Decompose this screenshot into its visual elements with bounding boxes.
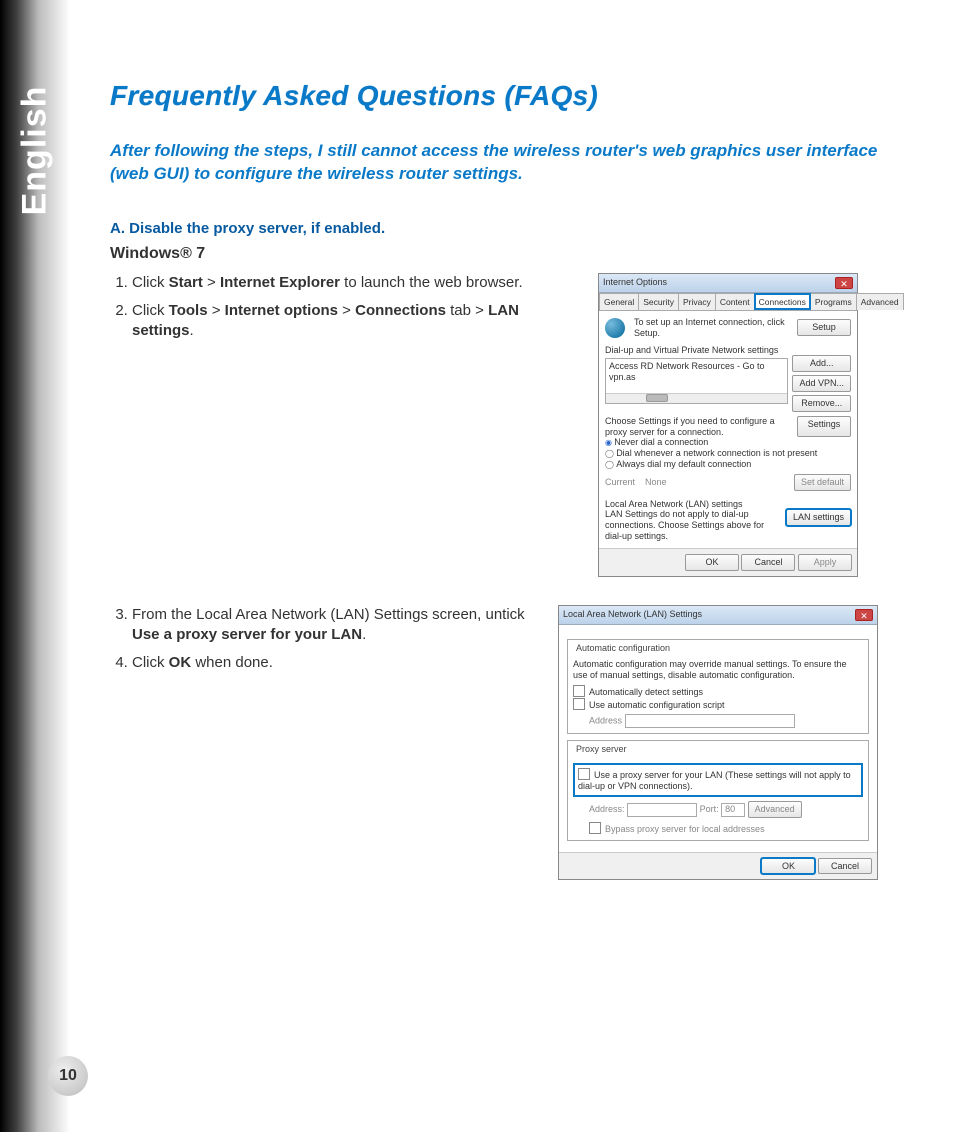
set-default-button[interactable]: Set default [794,474,851,491]
proxy-address-label: Address: [589,804,625,814]
lan-titlebar: Local Area Network (LAN) Settings ✕ [559,606,877,625]
tab-general[interactable]: General [599,293,639,310]
tab-programs[interactable]: Programs [810,293,857,310]
ie-title: Internet Options [603,277,667,289]
add-vpn-button[interactable]: Add VPN... [792,375,851,392]
radio-never-dial[interactable]: Never dial a connection [605,437,851,448]
chk-use-proxy[interactable]: Use a proxy server for your LAN (These s… [578,768,858,792]
radio-dial-when[interactable]: Dial whenever a network connection is no… [605,448,851,459]
step-4: Click OK when done. [132,653,540,673]
ie-dialog-buttons: OK Cancel Apply [599,548,857,576]
lan-settings-screenshot: Local Area Network (LAN) Settings ✕ Auto… [558,605,890,881]
steps-3-4-text: From the Local Area Network (LAN) Settin… [110,605,540,682]
ok-button[interactable]: OK [761,858,815,875]
tab-content[interactable]: Content [715,293,755,310]
dun-listbox[interactable]: Access RD Network Resources - Go to vpn.… [605,358,788,404]
address-input[interactable] [625,714,795,728]
cancel-button[interactable]: Cancel [818,858,872,875]
advanced-button[interactable]: Advanced [748,801,802,818]
steps-list-1: Click Start > Internet Explorer to launc… [132,273,580,342]
os-text: Windows® 7 [110,245,205,262]
step-2: Click Tools > Internet options > Connect… [132,301,580,342]
ie-tab-body: To set up an Internet connection, click … [599,311,857,548]
scrollbar[interactable] [606,393,787,403]
chk-bypass[interactable]: Bypass proxy server for local addresses [589,822,863,835]
tab-security[interactable]: Security [638,293,679,310]
proxy-address-input[interactable] [627,803,697,817]
language-label: English [16,85,55,215]
row-steps-1-2: Click Start > Internet Explorer to launc… [110,273,890,577]
row-steps-3-4: From the Local Area Network (LAN) Settin… [110,605,890,881]
page-number-text: 10 [59,1067,77,1085]
remove-button[interactable]: Remove... [792,395,851,412]
lan-header: Local Area Network (LAN) settings [605,499,851,510]
proxy-highlight: Use a proxy server for your LAN (These s… [573,763,863,797]
lan-text: LAN Settings do not apply to dial-up con… [605,509,782,541]
ok-button[interactable]: OK [685,554,739,571]
step-3: From the Local Area Network (LAN) Settin… [132,605,540,646]
radio-always-dial[interactable]: Always dial my default connection [605,459,851,470]
chk-auto-detect[interactable]: Automatically detect settings [573,685,863,698]
cancel-button[interactable]: Cancel [741,554,795,571]
tab-privacy[interactable]: Privacy [678,293,716,310]
close-icon[interactable]: ✕ [835,277,853,289]
page-content: Frequently Asked Questions (FAQs) After … [110,80,890,880]
faq-question: After following the steps, I still canno… [110,140,890,186]
internet-options-screenshot: Internet Options ✕ General Security Priv… [598,273,890,577]
address-label: Address [589,715,622,725]
lan-title: Local Area Network (LAN) Settings [563,609,702,621]
step-1: Click Start > Internet Explorer to launc… [132,273,580,293]
lan-dialog-buttons: OK Cancel [559,852,877,880]
settings-button[interactable]: Settings [797,416,851,438]
page-number: 10 [48,1056,88,1096]
ie-titlebar: Internet Options ✕ [599,274,857,293]
port-label: Port: [700,804,719,814]
proxy-legend: Proxy server [573,744,630,755]
add-button[interactable]: Add... [792,355,851,372]
address-row: Address [589,714,863,728]
lan-settings-button[interactable]: LAN settings [786,509,851,526]
close-icon[interactable]: ✕ [855,609,873,621]
language-sidebar: English [0,0,70,300]
dun-header: Dial-up and Virtual Private Network sett… [605,345,851,356]
ie-setup-text: To set up an Internet connection, click … [634,317,793,339]
tab-advanced[interactable]: Advanced [856,293,904,310]
section-a-heading: A. Disable the proxy server, if enabled. [110,220,890,237]
auto-config-legend: Automatic configuration [573,643,673,654]
page-title: Frequently Asked Questions (FAQs) [110,80,890,112]
choose-text: Choose Settings if you need to configure… [605,416,793,438]
proxy-group: Proxy server Use a proxy server for your… [567,740,869,841]
steps-list-2: From the Local Area Network (LAN) Settin… [132,605,540,674]
auto-config-text: Automatic configuration may override man… [573,659,863,681]
steps-1-2-text: Click Start > Internet Explorer to launc… [110,273,580,350]
dun-item: Access RD Network Resources - Go to vpn.… [609,361,765,382]
tab-connections[interactable]: Connections [754,293,811,310]
os-label: Windows® 7 [110,245,890,263]
globe-icon [605,318,625,338]
chk-auto-script[interactable]: Use automatic configuration script [573,698,863,711]
port-input[interactable]: 80 [721,803,745,817]
current-row: Current None Set default [605,474,851,491]
proxy-address-row: Address: Port: 80 Advanced [589,801,863,818]
auto-config-group: Automatic configuration Automatic config… [567,639,869,734]
apply-button[interactable]: Apply [798,554,852,571]
ie-tabs: General Security Privacy Content Connect… [599,293,857,311]
setup-button[interactable]: Setup [797,319,851,336]
